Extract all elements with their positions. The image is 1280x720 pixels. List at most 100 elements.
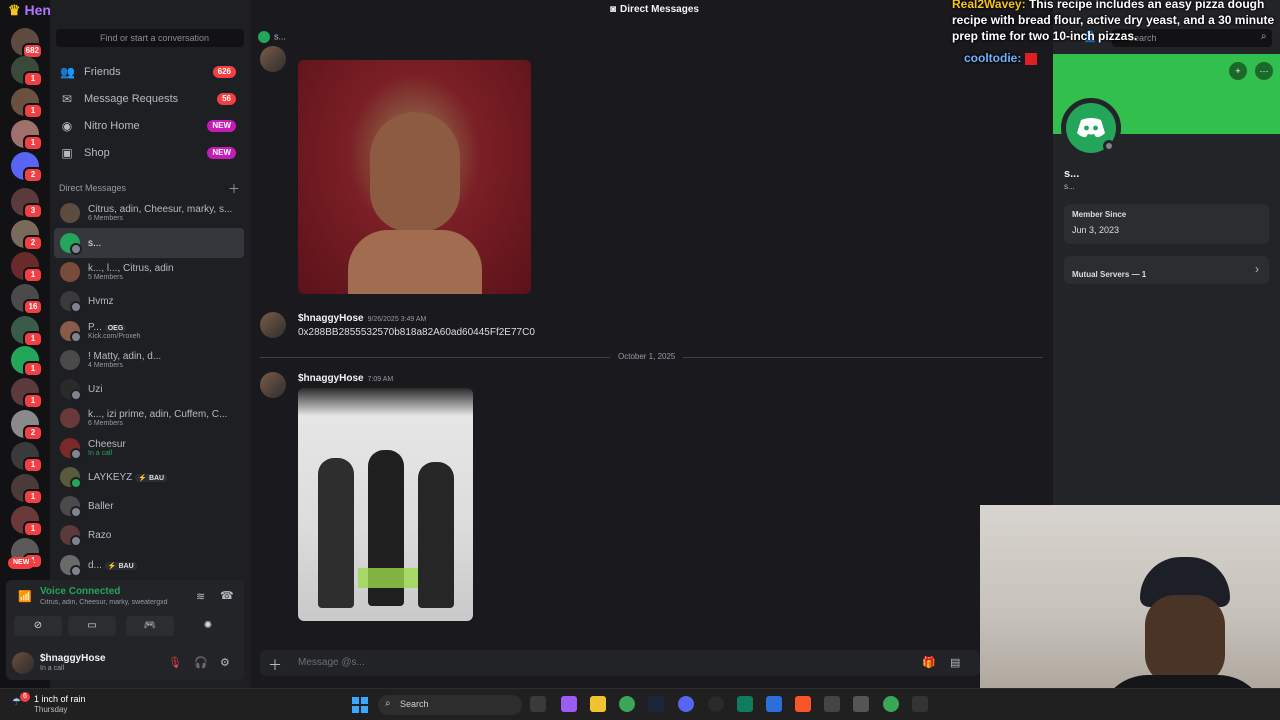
nav-message-requests[interactable]: ✉ Message Requests 56: [54, 88, 244, 110]
message-avatar[interactable]: [260, 46, 286, 72]
rail-server[interactable]: 1: [11, 120, 43, 151]
nav-shop[interactable]: ▣ Shop NEW: [54, 142, 244, 164]
red-emote-icon: [1025, 52, 1038, 65]
dm-item[interactable]: Cheesur In a call: [54, 433, 244, 463]
rail-badge: 16: [23, 299, 43, 315]
voice-members: Citrus, adin, Cheesur, marky, sweatergxd: [40, 599, 168, 606]
friends-icon: 👥: [60, 65, 75, 79]
user-avatar[interactable]: [12, 652, 34, 674]
rail-server[interactable]: 1: [11, 252, 43, 283]
mutual-servers-row[interactable]: Mutual Servers — 1 ›: [1064, 256, 1269, 284]
dm-avatar: [60, 350, 80, 370]
gif-icon[interactable]: ▤: [950, 656, 960, 669]
rail-server[interactable]: 1: [11, 56, 43, 87]
rail-server[interactable]: 1: [11, 378, 43, 409]
discord-taskbar-icon[interactable]: [678, 696, 694, 712]
headphones-deafened-icon[interactable]: 🎧: [194, 656, 208, 669]
weather-title[interactable]: 1 inch of rain: [34, 694, 86, 704]
dm-item[interactable]: Citrus, adin, Cheesur, marky, s... 6 Memb…: [54, 198, 244, 228]
server-tag: OEG: [104, 325, 127, 332]
mic-muted-icon[interactable]: 🎙: [168, 656, 182, 669]
app-icon[interactable]: [766, 696, 782, 712]
message-avatar[interactable]: [260, 312, 286, 338]
chevron-right-icon: ›: [1255, 262, 1259, 276]
screen-share-button[interactable]: ▭: [68, 616, 116, 636]
dm-item[interactable]: ! Matty, adin, d... 4 Members: [54, 345, 244, 375]
user-status: In a call: [40, 665, 65, 672]
disconnect-icon[interactable]: ☎: [220, 589, 234, 602]
envelope-icon: ✉: [61, 92, 73, 106]
dm-item[interactable]: Hvmz: [54, 286, 244, 316]
dm-avatar: [60, 555, 82, 577]
rail-server[interactable]: 3: [11, 188, 43, 219]
app-icon[interactable]: [824, 696, 840, 712]
voice-connected-title[interactable]: Voice Connected: [40, 586, 120, 597]
message-author[interactable]: $hnaggyHose: [298, 313, 364, 324]
rail-server[interactable]: 2: [11, 220, 43, 251]
dm-item[interactable]: k..., izi prime, adin, Cuffem, C... 6 Mem…: [54, 403, 244, 433]
image-figure-shape: [318, 458, 354, 608]
rail-badge: 1: [23, 135, 43, 151]
dm-item[interactable]: Uzi: [54, 374, 244, 404]
rail-server[interactable]: 1: [11, 506, 43, 537]
dm-item[interactable]: P... OEG Kick.com/Proxeh: [54, 316, 244, 346]
dm-name: ! Matty, adin, d...: [88, 351, 162, 362]
dm-item-selected[interactable]: s...: [54, 228, 244, 258]
rail-server[interactable]: 1: [11, 442, 43, 473]
message-composer[interactable]: ＋ Message @s... 🎁 ▤: [260, 650, 980, 676]
create-dm-plus-icon[interactable]: ＋: [228, 180, 240, 197]
dm-custom-status: Kick.com/Proxeh: [88, 333, 141, 340]
rail-dm-avatar[interactable]: 682: [11, 28, 43, 59]
dm-avatar: [60, 233, 82, 255]
settings-gear-icon[interactable]: ⚙: [220, 656, 230, 669]
nav-friends[interactable]: 👥 Friends 626: [54, 61, 244, 83]
windows-start-icon[interactable]: [352, 697, 368, 713]
rail-server[interactable]: 1: [11, 316, 43, 347]
dm-item[interactable]: d... ⚡ BAU: [54, 550, 244, 580]
rail-badge: 1: [23, 331, 43, 347]
message-author[interactable]: $hnaggyHose: [298, 373, 364, 384]
dm-item[interactable]: Baller: [54, 491, 244, 521]
window-title-label: Direct Messages: [620, 4, 699, 15]
message-input[interactable]: Message @s...: [298, 657, 365, 668]
gift-icon[interactable]: 🎁: [922, 656, 936, 669]
dm-item[interactable]: k..., l..., Citrus, adin 5 Members: [54, 257, 244, 287]
add-friend-icon: +: [1235, 66, 1241, 76]
rail-server-discord-icon[interactable]: 1: [11, 346, 43, 377]
brave-icon[interactable]: [795, 696, 811, 712]
dm-item[interactable]: LAYKEYZ ⚡ BAU: [54, 462, 244, 492]
obs-icon[interactable]: [708, 696, 724, 712]
dm-avatar: [60, 467, 82, 489]
rail-server[interactable]: 1: [11, 474, 43, 505]
steam-icon[interactable]: [648, 696, 664, 712]
mutual-servers-label: Mutual Servers — 1: [1072, 270, 1147, 279]
dm-item[interactable]: Razo: [54, 520, 244, 550]
attach-plus-icon[interactable]: ＋: [268, 655, 282, 675]
app-icon[interactable]: [737, 696, 753, 712]
camera-off-button[interactable]: ⊘: [14, 616, 62, 636]
activity-button[interactable]: 🎮: [126, 616, 174, 636]
settings-icon[interactable]: [853, 696, 869, 712]
user-name: $hnaggyHose: [40, 653, 106, 664]
soundboard-button[interactable]: ✺: [184, 616, 232, 636]
message-avatar[interactable]: [260, 372, 286, 398]
app-icon[interactable]: [912, 696, 928, 712]
find-conversation-input[interactable]: Find or start a conversation: [56, 29, 244, 47]
task-view-icon[interactable]: [530, 696, 546, 712]
rail-server[interactable]: 1: [11, 88, 43, 119]
chrome-icon[interactable]: [619, 696, 635, 712]
nav-nitro-home[interactable]: ◉ Nitro Home NEW: [54, 115, 244, 137]
noise-suppression-icon[interactable]: ≋: [196, 590, 205, 603]
soundboard-icon: ✺: [203, 620, 213, 631]
taskbar-search[interactable]: ⌕ Search: [378, 695, 522, 715]
profile-status-dot: [1103, 140, 1115, 152]
rail-server[interactable]: 2: [11, 410, 43, 441]
message-image-group-photo[interactable]: [298, 388, 473, 621]
rail-server[interactable]: 16: [11, 284, 43, 315]
rail-server-discord-icon[interactable]: 2: [11, 152, 43, 183]
status-dot: [70, 301, 82, 313]
file-explorer-icon[interactable]: [590, 696, 606, 712]
chrome-icon[interactable]: [883, 696, 899, 712]
message-image-portrait[interactable]: [298, 60, 531, 294]
copilot-icon[interactable]: [561, 696, 577, 712]
